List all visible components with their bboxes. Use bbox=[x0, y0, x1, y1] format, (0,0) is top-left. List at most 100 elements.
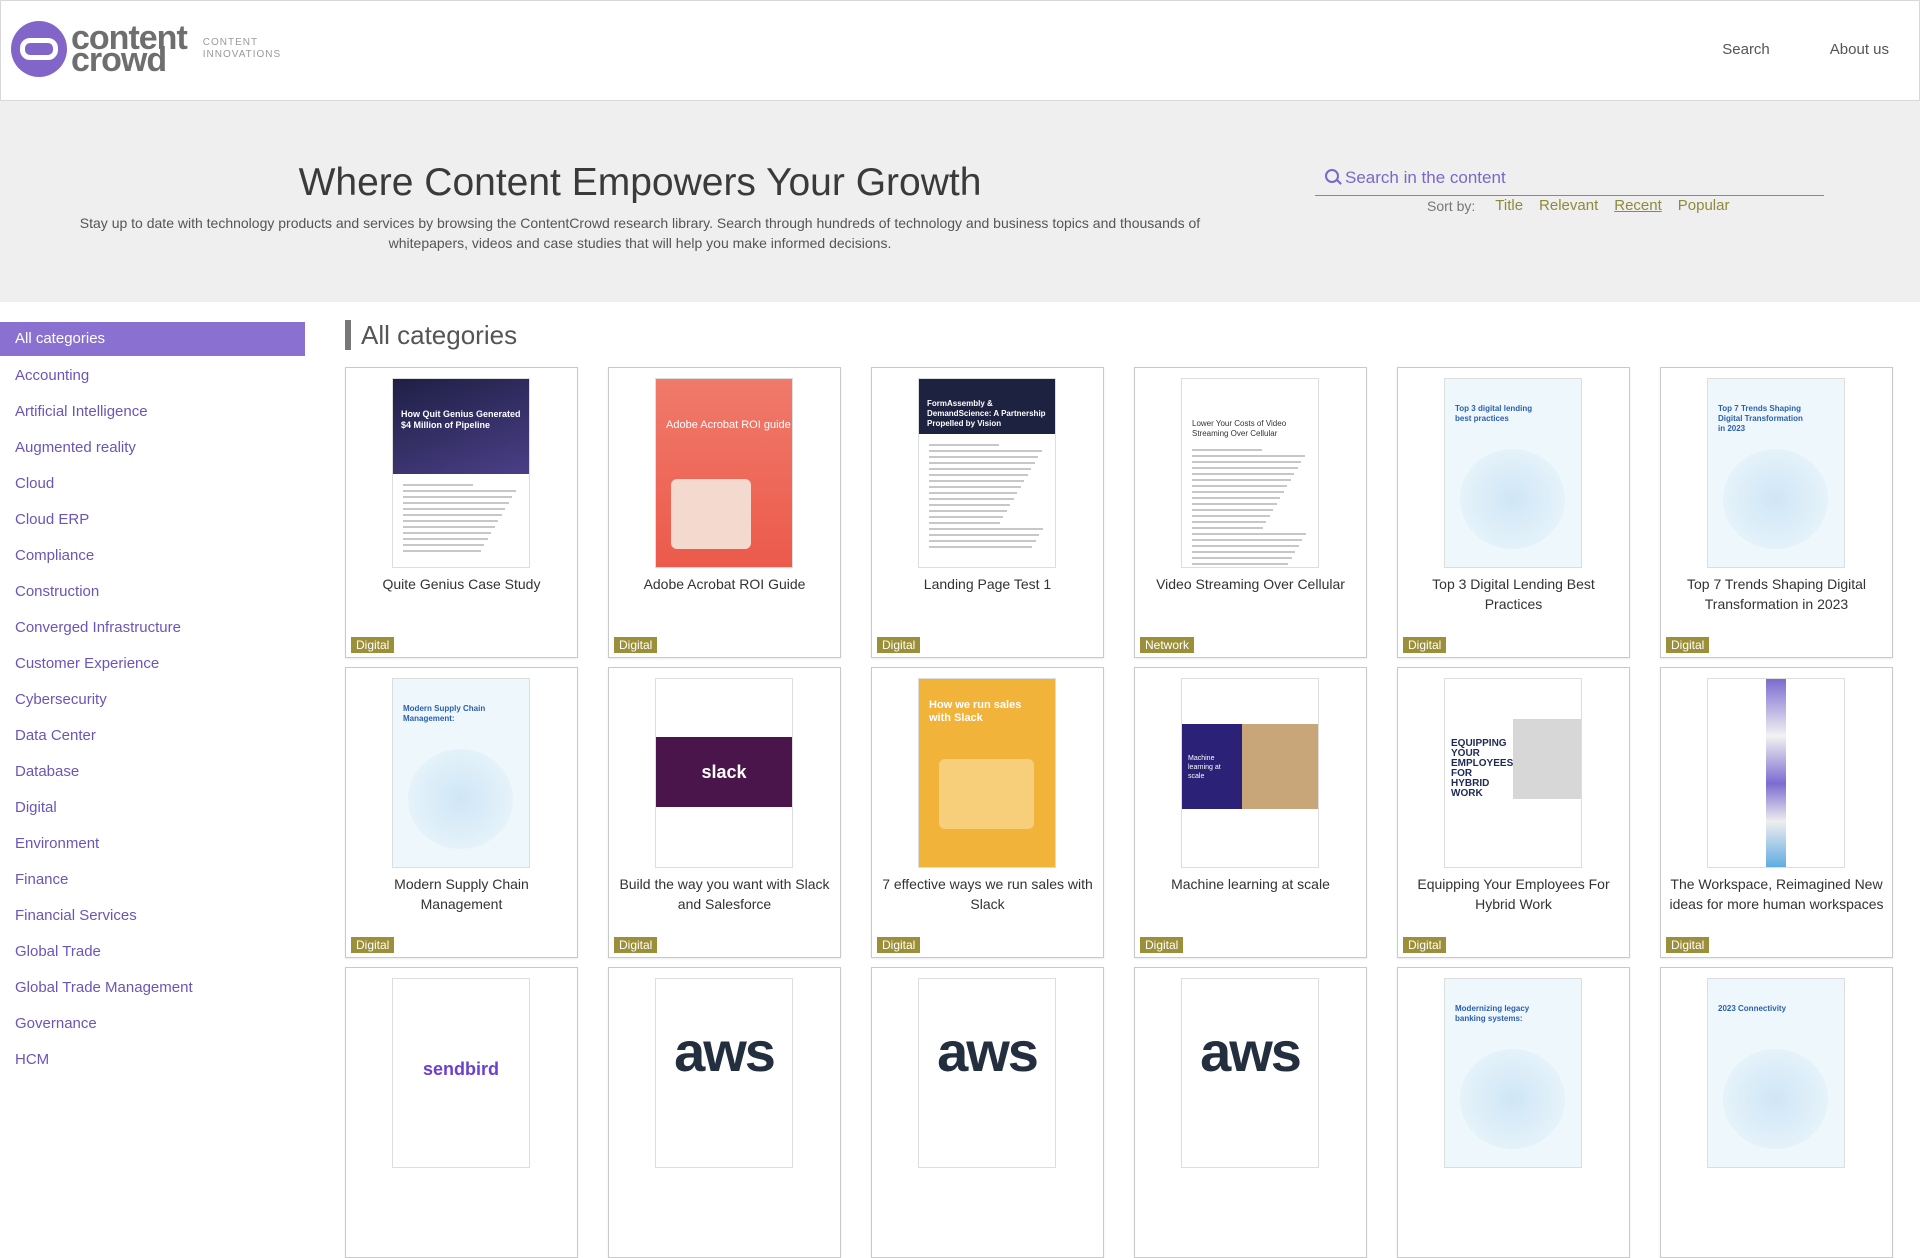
sidebar-item-customer-experience[interactable]: Customer Experience bbox=[0, 646, 305, 682]
aws-logo-icon: aws bbox=[937, 1020, 1039, 1083]
card-thumbnail: FormAssembly & DemandScience: A Partners… bbox=[918, 378, 1056, 568]
thumb-illustration bbox=[671, 479, 751, 549]
sidebar-item-cloud-erp[interactable]: Cloud ERP bbox=[0, 502, 305, 538]
card-thumbnail: sendbird bbox=[392, 978, 530, 1168]
sidebar-item-finance[interactable]: Finance bbox=[0, 862, 305, 898]
content-card[interactable]: Top 7 Trends Shaping Digital Transformat… bbox=[1660, 367, 1893, 658]
card-thumbnail: Modern Supply Chain Management: bbox=[392, 678, 530, 868]
sort-option-title[interactable]: Title bbox=[1495, 197, 1523, 214]
content-card[interactable]: aws bbox=[871, 967, 1104, 1258]
card-thumbnail: Machine learning at scale bbox=[1181, 678, 1319, 868]
top-header: content crowd CONTENT INNOVATIONS Search… bbox=[0, 0, 1920, 101]
content-search-input[interactable] bbox=[1345, 168, 1805, 188]
card-thumbnail: slack bbox=[655, 678, 793, 868]
top-nav: Search About us bbox=[1722, 41, 1889, 58]
content-card[interactable]: Top 3 digital lending best practices Top … bbox=[1397, 367, 1630, 658]
sort-option-popular[interactable]: Popular bbox=[1678, 197, 1730, 214]
sidebar-item-cloud[interactable]: Cloud bbox=[0, 466, 305, 502]
category-tag: Digital bbox=[1666, 937, 1710, 953]
content-card[interactable]: Adobe Acrobat ROI guide Adobe Acrobat ROI… bbox=[608, 367, 841, 658]
sendbird-logo-icon: sendbird bbox=[422, 1059, 499, 1079]
sidebar-item-artificial-intelligence[interactable]: Artificial Intelligence bbox=[0, 394, 305, 430]
card-title[interactable]: Machine learning at scale bbox=[1141, 874, 1360, 894]
content-card[interactable]: EQUIPPING YOUR EMPLOYEES FOR HYBRID WORK… bbox=[1397, 667, 1630, 958]
brand-logo[interactable]: content crowd CONTENT INNOVATIONS bbox=[11, 21, 281, 77]
thumb-header: FormAssembly & DemandScience: A Partners… bbox=[919, 379, 1055, 434]
sort-option-recent[interactable]: Recent bbox=[1614, 197, 1662, 214]
hero-description: Stay up to date with technology products… bbox=[79, 215, 1201, 251]
thumb-heading: Lower Your Costs of Video Streaming Over… bbox=[1192, 419, 1287, 438]
category-tag: Digital bbox=[351, 937, 395, 953]
aws-logo-icon: aws bbox=[674, 1020, 776, 1083]
content-card[interactable]: FormAssembly & DemandScience: A Partners… bbox=[871, 367, 1104, 658]
card-title[interactable]: Top 3 Digital Lending Best Practices bbox=[1404, 574, 1623, 614]
category-tag: Digital bbox=[877, 637, 921, 653]
nav-about-link[interactable]: About us bbox=[1830, 41, 1889, 58]
card-title[interactable]: Quite Genius Case Study bbox=[352, 574, 571, 594]
thumb-heading: How Quit Genius Generated $4 Million of … bbox=[401, 409, 521, 430]
content-card[interactable]: The Workspace, Reimagined New ideas for … bbox=[1660, 667, 1893, 958]
thumb-heading: Adobe Acrobat ROI guide bbox=[666, 419, 791, 431]
content-card[interactable]: Modernizing legacy banking systems: bbox=[1397, 967, 1630, 1258]
sidebar-item-all-categories[interactable]: All categories bbox=[0, 322, 305, 356]
goggles-logo-icon bbox=[11, 21, 67, 77]
sidebar-item-accounting[interactable]: Accounting bbox=[0, 358, 305, 394]
category-tag: Digital bbox=[614, 637, 658, 653]
card-title[interactable]: Video Streaming Over Cellular bbox=[1141, 574, 1360, 594]
card-title[interactable]: Equipping Your Employees For Hybrid Work bbox=[1404, 874, 1623, 914]
sidebar-item-global-trade[interactable]: Global Trade bbox=[0, 934, 305, 970]
sidebar-item-compliance[interactable]: Compliance bbox=[0, 538, 305, 574]
content-card[interactable]: Lower Your Costs of Video Streaming Over… bbox=[1134, 367, 1367, 658]
thumb-body bbox=[393, 474, 529, 567]
content-card[interactable]: How we run sales with Slack 7 effective w… bbox=[871, 667, 1104, 958]
content-card[interactable]: How Quit Genius Generated $4 Million of … bbox=[345, 367, 578, 658]
content-card[interactable]: sendbird bbox=[345, 967, 578, 1258]
card-thumbnail: aws bbox=[1181, 978, 1319, 1168]
content-card[interactable]: Modern Supply Chain Management: Modern Su… bbox=[345, 667, 578, 958]
card-title[interactable]: 7 effective ways we run sales with Slack bbox=[878, 874, 1097, 914]
sidebar-item-digital[interactable]: Digital bbox=[0, 790, 305, 826]
thumb-heading: EQUIPPING YOUR EMPLOYEES FOR HYBRID WORK bbox=[1451, 738, 1514, 799]
category-tag: Digital bbox=[1403, 937, 1447, 953]
thumb-header: How Quit Genius Generated $4 Million of … bbox=[393, 379, 529, 474]
thumb-illustration bbox=[1460, 449, 1565, 549]
thumb-photo bbox=[1513, 719, 1581, 799]
card-title[interactable]: The Workspace, Reimagined New ideas for … bbox=[1667, 874, 1886, 914]
card-thumbnail: Modernizing legacy banking systems: bbox=[1444, 978, 1582, 1168]
thumb-photo bbox=[1242, 724, 1318, 809]
content-card[interactable]: aws bbox=[608, 967, 841, 1258]
thumb-text-lines bbox=[929, 444, 1045, 552]
search-icon bbox=[1323, 167, 1345, 189]
card-title[interactable]: Top 7 Trends Shaping Digital Transformat… bbox=[1667, 574, 1886, 614]
sidebar-item-data-center[interactable]: Data Center bbox=[0, 718, 305, 754]
card-title[interactable]: Build the way you want with Slack and Sa… bbox=[615, 874, 834, 914]
sidebar-item-cybersecurity[interactable]: Cybersecurity bbox=[0, 682, 305, 718]
thumb-heading: 2023 Connectivity bbox=[1718, 1004, 1787, 1013]
content-search-box bbox=[1315, 161, 1824, 196]
thumb-heading: Top 3 digital lending best practices bbox=[1455, 404, 1533, 423]
hero-title: Where Content Empowers Your Growth bbox=[298, 161, 982, 204]
card-title[interactable]: Adobe Acrobat ROI Guide bbox=[615, 574, 834, 594]
sidebar-item-global-trade-management[interactable]: Global Trade Management bbox=[0, 970, 305, 1006]
sidebar-item-database[interactable]: Database bbox=[0, 754, 305, 790]
content-card[interactable]: slack Build the way you want with Slack a… bbox=[608, 667, 841, 958]
content-card[interactable]: 2023 Connectivity bbox=[1660, 967, 1893, 1258]
sidebar-item-augmented-reality[interactable]: Augmented reality bbox=[0, 430, 305, 466]
thumb-heading: Machine learning at scale bbox=[1188, 755, 1221, 780]
nav-search-link[interactable]: Search bbox=[1722, 41, 1770, 58]
section-title: All categories bbox=[345, 320, 517, 350]
thumb-heading: Modern Supply Chain Management: bbox=[403, 704, 486, 723]
sidebar-item-construction[interactable]: Construction bbox=[0, 574, 305, 610]
sidebar-item-converged-infrastructure[interactable]: Converged Infrastructure bbox=[0, 610, 305, 646]
thumb-text-lines bbox=[1192, 449, 1308, 567]
content-card[interactable]: Machine learning at scale Machine learnin… bbox=[1134, 667, 1367, 958]
thumb-illustration bbox=[1460, 1049, 1565, 1149]
card-title[interactable]: Landing Page Test 1 bbox=[878, 574, 1097, 594]
sidebar-item-hcm[interactable]: HCM bbox=[0, 1042, 305, 1078]
sort-option-relevant[interactable]: Relevant bbox=[1539, 197, 1598, 214]
sidebar-item-environment[interactable]: Environment bbox=[0, 826, 305, 862]
card-title[interactable]: Modern Supply Chain Management bbox=[352, 874, 571, 914]
sidebar-item-financial-services[interactable]: Financial Services bbox=[0, 898, 305, 934]
content-card[interactable]: aws bbox=[1134, 967, 1367, 1258]
sidebar-item-governance[interactable]: Governance bbox=[0, 1006, 305, 1042]
